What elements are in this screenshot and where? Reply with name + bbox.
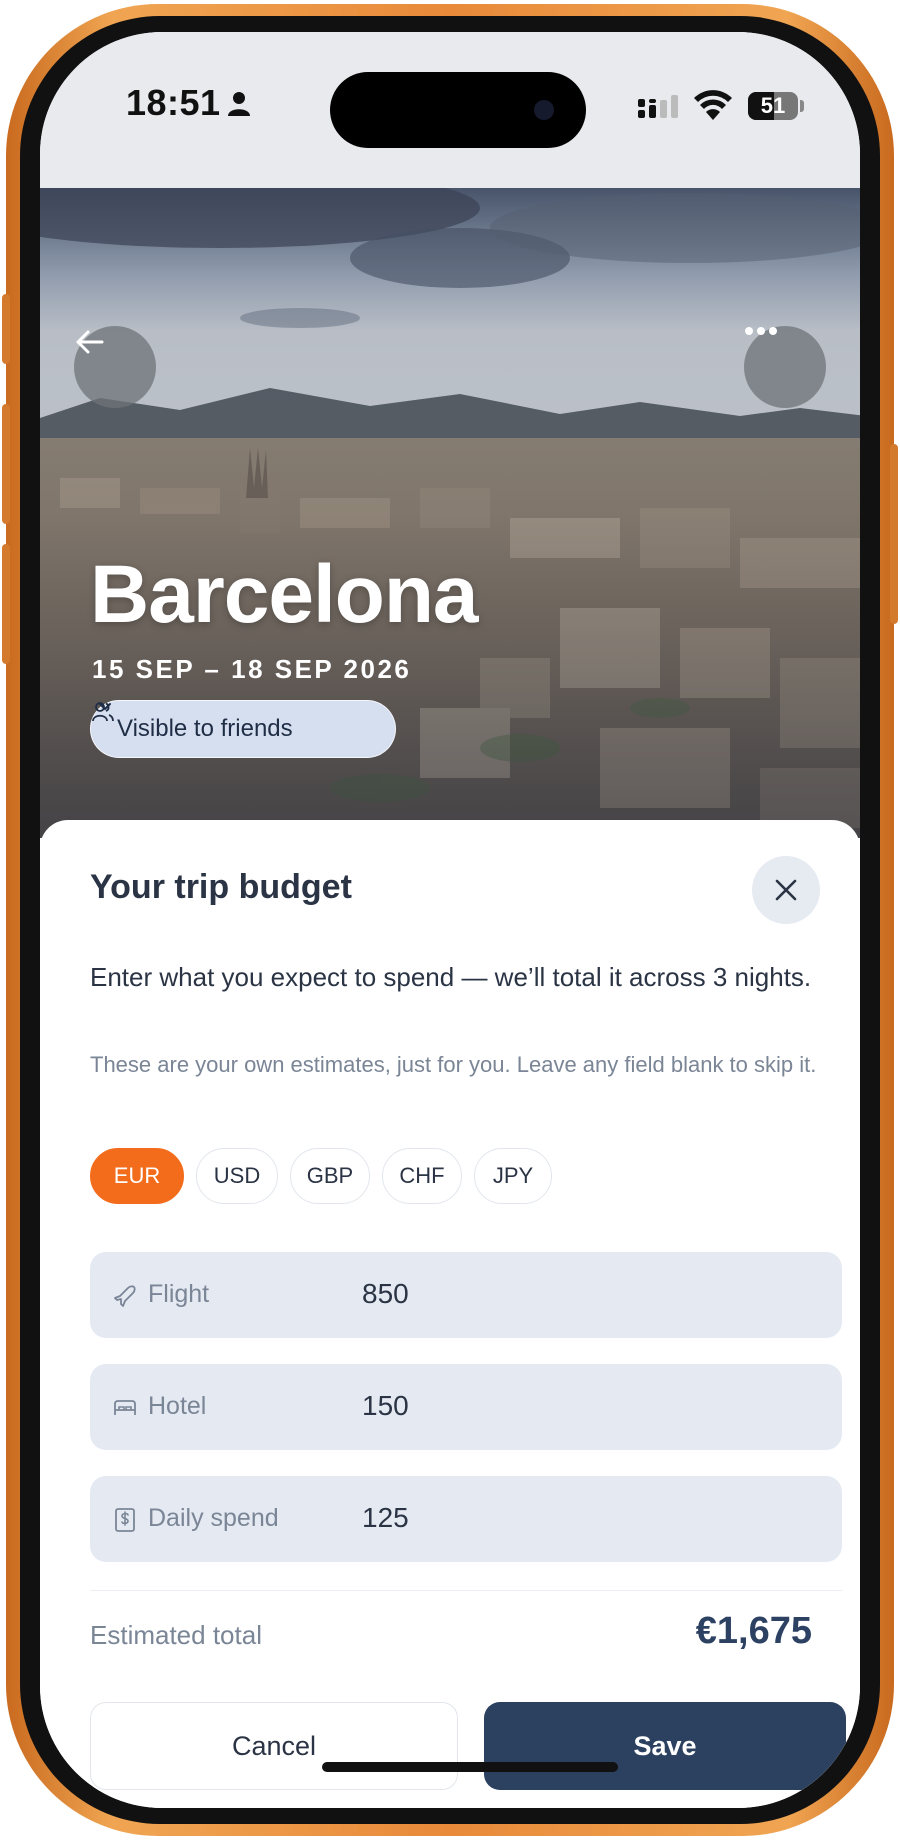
flight-field[interactable]: Flight — [90, 1252, 842, 1338]
phone-frame: 18:51 51 Barcelona 15 SEP – 18 SEP 2026 … — [2, 4, 898, 1836]
trip-dates: 15 SEP – 18 SEP 2026 — [92, 654, 412, 684]
status-bar: 18:51 51 — [40, 32, 860, 188]
power-button — [890, 444, 898, 624]
currency-chip-chf[interactable]: CHF — [382, 1148, 462, 1204]
hotel-field[interactable]: Hotel — [90, 1364, 842, 1450]
hotel-input[interactable] — [362, 1386, 762, 1426]
volume-down-button — [2, 544, 10, 664]
currency-chip-gbp[interactable]: GBP — [290, 1148, 370, 1204]
daily-spend-field[interactable]: Daily spend — [90, 1476, 842, 1562]
currency-selector: EUR USD GBP CHF JPY — [90, 1148, 552, 1204]
bed-icon — [114, 1400, 136, 1415]
estimated-total-label: Estimated total — [90, 1620, 262, 1650]
battery-icon: 51 — [748, 92, 798, 120]
cancel-button[interactable]: Cancel — [90, 1702, 458, 1790]
receipt-icon — [115, 1508, 135, 1532]
person-icon — [228, 92, 250, 116]
more-horizontal-icon — [745, 327, 777, 335]
currency-chip-jpy[interactable]: JPY — [474, 1148, 552, 1204]
action-button — [2, 294, 10, 364]
hotel-label: Hotel — [148, 1392, 207, 1420]
wifi-icon — [694, 90, 732, 120]
battery-level: 51 — [760, 93, 786, 118]
battery-cap — [800, 100, 804, 112]
divider — [90, 1590, 842, 1591]
close-button[interactable] — [752, 856, 820, 924]
more-options-button[interactable] — [744, 326, 826, 408]
screen: 18:51 51 Barcelona 15 SEP – 18 SEP 2026 … — [40, 32, 860, 1808]
camera-icon — [534, 100, 554, 120]
flight-input[interactable] — [362, 1274, 762, 1314]
status-time: 18:51 — [126, 82, 221, 123]
volume-up-button — [2, 404, 10, 524]
plane-icon — [114, 1285, 136, 1307]
daily-spend-label: Daily spend — [148, 1504, 279, 1532]
bezel: 18:51 51 Barcelona 15 SEP – 18 SEP 2026 … — [20, 16, 880, 1824]
budget-sheet: Your trip budget Enter what you expect t… — [40, 820, 860, 1808]
flight-label: Flight — [148, 1280, 210, 1308]
close-icon — [775, 879, 797, 901]
visibility-dropdown[interactable]: Visible to friends — [90, 700, 396, 758]
cellular-signal-icon — [638, 95, 678, 118]
sheet-title: Your trip budget — [90, 868, 352, 906]
home-indicator[interactable] — [322, 1762, 618, 1772]
estimated-total-value: €1,675 — [695, 1610, 812, 1652]
note-text: These are your own estimates, just for y… — [90, 1052, 817, 1077]
trip-city-title: Barcelona — [90, 549, 479, 640]
currency-chip-usd[interactable]: USD — [196, 1148, 278, 1204]
save-button[interactable]: Save — [484, 1702, 846, 1790]
intro-text: Enter what you expect to spend — we’ll t… — [90, 962, 812, 992]
hero-image: Barcelona 15 SEP – 18 SEP 2026 Visible t… — [40, 188, 860, 838]
daily-spend-input[interactable] — [362, 1498, 762, 1538]
back-button[interactable] — [74, 326, 156, 408]
chevron-down-icon — [99, 703, 111, 711]
currency-chip-eur[interactable]: EUR — [90, 1148, 184, 1204]
arrow-left-icon — [76, 330, 104, 354]
visibility-label: Visible to friends — [117, 715, 293, 742]
dynamic-island — [330, 72, 586, 148]
